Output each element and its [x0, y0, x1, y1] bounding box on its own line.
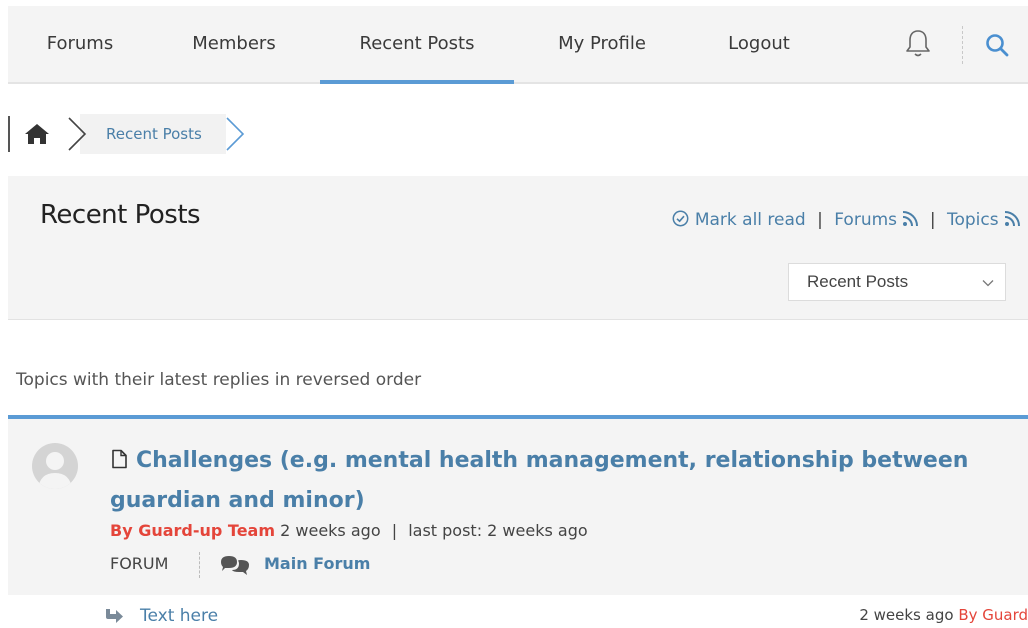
- top-nav: Forums Members Recent Posts My Profile L…: [8, 6, 1028, 84]
- topics-feed-link[interactable]: Topics: [947, 210, 999, 230]
- bell-icon[interactable]: [904, 28, 932, 58]
- check-circle-icon: [672, 210, 689, 227]
- view-select-value: Recent Posts: [807, 272, 909, 291]
- reply-author[interactable]: By Guard: [958, 606, 1028, 624]
- topic-title-wrap[interactable]: Challenges (e.g. mental health managemen…: [110, 441, 1028, 521]
- nav-members[interactable]: Members: [188, 6, 280, 82]
- link-separator: |: [817, 210, 823, 230]
- view-select[interactable]: Recent Posts: [788, 263, 1006, 301]
- latest-reply: Text here 2 weeks ago By Guard: [104, 604, 1028, 628]
- reply-link[interactable]: Text here: [140, 606, 218, 626]
- link-separator: |: [929, 210, 936, 230]
- topic-meta: By Guard-up Team 2 weeks ago | last post…: [110, 521, 588, 540]
- topic-time: 2 weeks ago: [280, 521, 381, 540]
- chevron-right-icon: [68, 117, 87, 151]
- document-icon: [112, 449, 127, 469]
- chevron-down-icon: [982, 280, 994, 287]
- breadcrumb-current[interactable]: Recent Posts: [106, 114, 202, 154]
- forum-label: FORUM: [110, 554, 169, 573]
- comments-icon: [221, 556, 249, 575]
- forum-divider: [199, 552, 200, 578]
- nav-divider: [962, 26, 963, 64]
- topic-author[interactable]: By Guard-up Team: [110, 521, 275, 540]
- breadcrumb-bar: [8, 116, 10, 152]
- reply-time: 2 weeks ago: [859, 606, 954, 624]
- header-links: Mark all read | Forums | Topics: [672, 210, 1020, 230]
- recent-posts-header: Recent Posts Mark all read | Forums | To…: [8, 176, 1028, 320]
- nav-forums[interactable]: Forums: [44, 6, 116, 82]
- user-icon: [38, 452, 72, 489]
- nav-my-profile[interactable]: My Profile: [554, 6, 650, 82]
- mark-all-read-link[interactable]: Mark all read: [695, 210, 806, 230]
- topic-item: Challenges (e.g. mental health managemen…: [8, 415, 1028, 595]
- page-title: Recent Posts: [40, 200, 201, 230]
- reply-arrow-icon: [106, 609, 123, 623]
- chevron-right-icon: [226, 117, 245, 151]
- rss-icon[interactable]: [1004, 211, 1020, 227]
- search-icon[interactable]: [984, 32, 1010, 58]
- nav-logout[interactable]: Logout: [724, 6, 794, 82]
- topic-title[interactable]: Challenges (e.g. mental health managemen…: [110, 448, 968, 513]
- reply-meta: 2 weeks ago By Guard: [859, 606, 1028, 624]
- forum-link[interactable]: Main Forum: [264, 554, 370, 573]
- avatar[interactable]: [32, 443, 78, 489]
- topic-last-post[interactable]: last post: 2 weeks ago: [408, 521, 587, 540]
- nav-recent-posts[interactable]: Recent Posts: [320, 6, 514, 84]
- page-description: Topics with their latest replies in reve…: [16, 370, 422, 390]
- home-icon[interactable]: [24, 123, 50, 145]
- forums-feed-link[interactable]: Forums: [834, 210, 897, 230]
- rss-icon[interactable]: [902, 211, 919, 227]
- meta-separator: |: [391, 521, 398, 540]
- breadcrumb: Recent Posts: [8, 110, 268, 156]
